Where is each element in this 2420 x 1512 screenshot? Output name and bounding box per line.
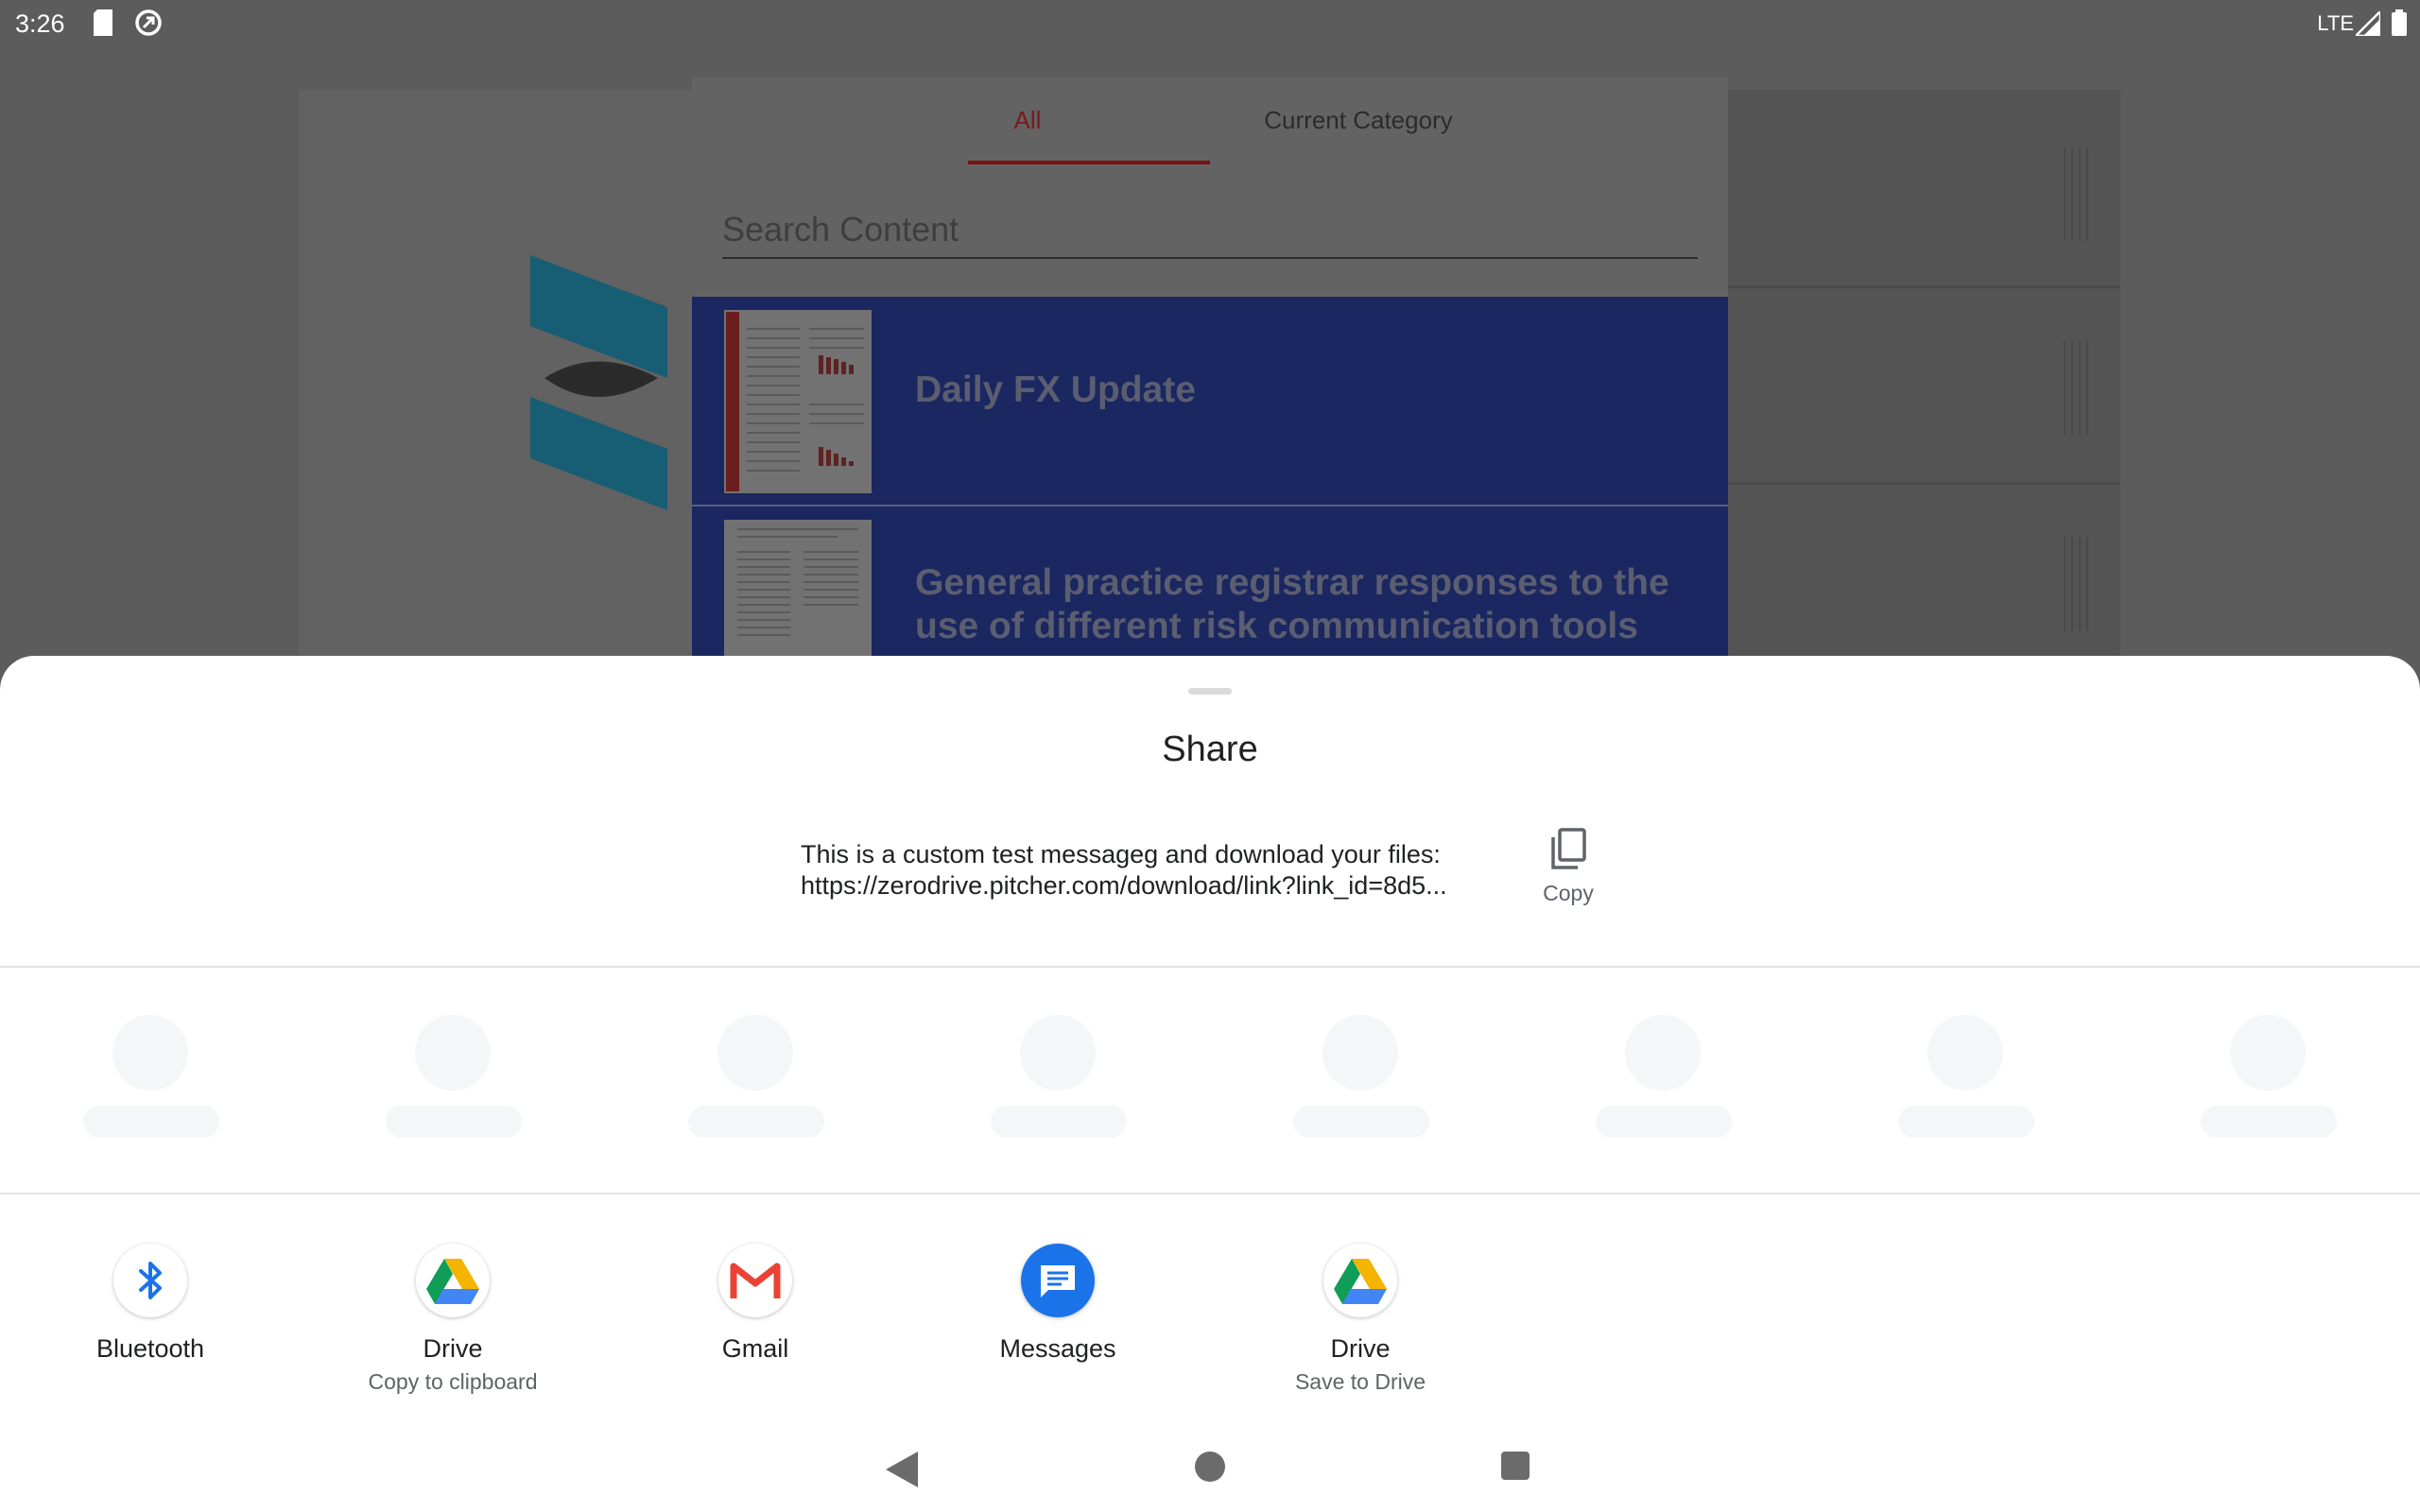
- copy-label: Copy: [1543, 881, 1594, 905]
- share-target-gmail[interactable]: Gmail: [628, 1244, 883, 1414]
- direct-share-placeholder: [1592, 1015, 1734, 1147]
- copy-icon: [1551, 828, 1586, 869]
- status-time: 3:26: [15, 9, 65, 38]
- sheet-divider: [0, 1193, 2420, 1194]
- drive-icon: [1323, 1244, 1397, 1317]
- document-thumbnail: [724, 310, 872, 493]
- list-item[interactable]: Daily FX Update: [692, 297, 1728, 505]
- sd-card-icon: [94, 9, 112, 36]
- app-name: Drive: [1330, 1334, 1391, 1363]
- document-preview-icon: [724, 310, 872, 493]
- share-target-drive-save[interactable]: Drive Save to Drive: [1233, 1244, 1488, 1414]
- app-subtitle: Save to Drive: [1294, 1369, 1426, 1394]
- app-name: Messages: [999, 1334, 1116, 1363]
- drag-handle-icon: [2064, 340, 2088, 435]
- list-item[interactable]: General practice registrar responses to …: [692, 507, 1728, 663]
- app-name: Gmail: [721, 1334, 789, 1363]
- direct-share-placeholder: [1289, 1015, 1431, 1147]
- document-preview-icon: [724, 520, 872, 663]
- messages-icon: [1021, 1244, 1095, 1317]
- tab-all[interactable]: All: [968, 106, 1087, 135]
- share-message-link: https://zerodrive.pitcher.com/download/l…: [801, 871, 1447, 900]
- battery-icon: [2392, 9, 2407, 36]
- document-title: Daily FX Update: [915, 369, 1196, 410]
- share-title: Share: [1162, 730, 1258, 769]
- tab-bar: All Current Category: [692, 77, 1728, 166]
- drag-handle-icon: [2064, 537, 2088, 631]
- network-type: LTE: [2317, 11, 2354, 35]
- recent-apps-button[interactable]: [1501, 1452, 1530, 1480]
- signal-icon: [2356, 11, 2380, 36]
- direct-share-placeholder: [684, 1015, 826, 1147]
- share-target-messages[interactable]: Messages: [930, 1244, 1185, 1414]
- share-target-drive-clipboard[interactable]: Drive Copy to clipboard: [325, 1244, 580, 1414]
- sheet-drag-handle[interactable]: [1188, 688, 1232, 695]
- share-target-bluetooth[interactable]: Bluetooth: [23, 1244, 278, 1414]
- share-message-text: This is a custom test messageg and downl…: [801, 840, 1441, 868]
- share-message-preview: This is a custom test messageg and downl…: [801, 839, 1500, 902]
- direct-share-placeholder: [1894, 1015, 2036, 1147]
- direct-share-placeholder: [79, 1015, 221, 1147]
- back-icon[interactable]: [886, 1452, 918, 1487]
- navigation-bar: [0, 1436, 2420, 1512]
- tab-current-category[interactable]: Current Category: [1221, 106, 1495, 135]
- home-button[interactable]: [1195, 1452, 1225, 1482]
- document-title: General practice registrar responses to …: [915, 562, 1669, 646]
- sync-icon: [135, 9, 162, 36]
- search-input[interactable]: Search Content: [722, 210, 1698, 259]
- content-search-dialog: All Current Category Search Content Dail…: [692, 77, 1728, 663]
- app-subtitle: Copy to clipboard: [368, 1369, 538, 1394]
- app-name: Bluetooth: [95, 1334, 205, 1363]
- background-divider: [1728, 482, 2120, 485]
- copy-button[interactable]: Copy: [1526, 828, 1611, 932]
- drag-handle-icon: [2064, 146, 2088, 241]
- drive-icon: [416, 1244, 490, 1317]
- bluetooth-icon: [113, 1244, 187, 1317]
- direct-share-placeholder: [2197, 1015, 2339, 1147]
- app-name: Drive: [423, 1334, 483, 1363]
- direct-share-placeholder: [987, 1015, 1129, 1147]
- app-logo-icon: [530, 255, 667, 510]
- tab-indicator: [968, 161, 1210, 164]
- document-thumbnail: [724, 520, 872, 663]
- gmail-icon: [718, 1244, 792, 1317]
- sheet-divider: [0, 966, 2420, 968]
- direct-share-placeholder: [382, 1015, 524, 1147]
- status-bar: 3:26 LTE: [0, 0, 2420, 47]
- background-divider: [1728, 285, 2120, 288]
